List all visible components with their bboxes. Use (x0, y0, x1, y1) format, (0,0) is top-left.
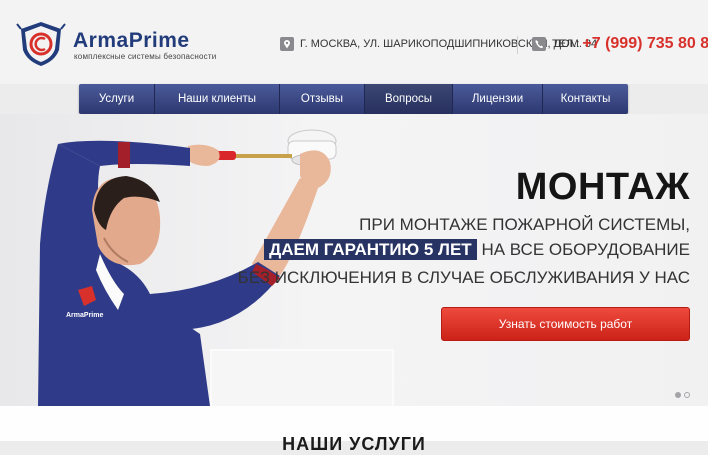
brand-tagline: комплексные системы безопасности (74, 52, 217, 61)
hero-title: МОНТАЖ (515, 166, 690, 208)
site-header: ArmaPrime комплексные системы безопаснос… (0, 0, 708, 84)
services-section: НАШИ УСЛУГИ (0, 406, 708, 454)
hero-line-2: ДАЕМ ГАРАНТИЮ 5 ЛЕТ НА ВСЕ ОБОРУДОВАНИЕ (264, 239, 690, 260)
hero-line-2-rest: НА ВСЕ ОБОРУДОВАНИЕ (481, 240, 690, 259)
nav-item-services[interactable]: Услуги (79, 84, 155, 114)
phone-block[interactable]: ТЕЛ.: +7 (999) 735 80 88 (532, 35, 708, 53)
slider-dot-1[interactable] (675, 392, 681, 398)
phone-number[interactable]: +7 (999) 735 80 88 (582, 35, 708, 52)
get-price-button[interactable]: Узнать стоимость работ (441, 307, 690, 341)
technician-illustration: ArmaPrime (38, 129, 337, 406)
hero-line-3: БЕЗ ИСКЛЮЧЕНИЯ В СЛУЧАЕ ОБСЛУЖИВАНИЯ У Н… (237, 268, 690, 287)
shield-logo-icon (16, 22, 66, 66)
services-title: НАШИ УСЛУГИ (282, 434, 426, 454)
slider-pagination (675, 385, 693, 403)
header-divider (517, 36, 518, 54)
main-nav: Услуги Наши клиенты Отзывы Вопросы Лицен… (79, 84, 628, 114)
phone-label: ТЕЛ.: (552, 38, 580, 50)
brand-name: ArmaPrime (73, 29, 190, 52)
brand-logo[interactable]: ArmaPrime комплексные системы безопаснос… (15, 20, 217, 70)
slider-dot-2[interactable] (684, 392, 690, 398)
phone-icon (532, 37, 546, 51)
hero-highlight: ДАЕМ ГАРАНТИЮ 5 ЛЕТ (264, 239, 477, 260)
nav-item-clients[interactable]: Наши клиенты (155, 84, 280, 114)
map-pin-icon (280, 37, 294, 51)
hero-slider: ArmaPrime МОНТАЖ ПРИ МОНТАЖЕ ПОЖАРНОЙ СИ… (0, 114, 708, 406)
nav-item-licenses[interactable]: Лицензии (453, 84, 543, 114)
shirt-logo-text: ArmaPrime (66, 312, 103, 319)
nav-item-questions[interactable]: Вопросы (365, 84, 453, 114)
hero-line-1: ПРИ МОНТАЖЕ ПОЖАРНОЙ СИСТЕМЫ, (359, 215, 690, 234)
nav-item-reviews[interactable]: Отзывы (280, 84, 365, 114)
nav-item-contacts[interactable]: Контакты (543, 84, 628, 114)
